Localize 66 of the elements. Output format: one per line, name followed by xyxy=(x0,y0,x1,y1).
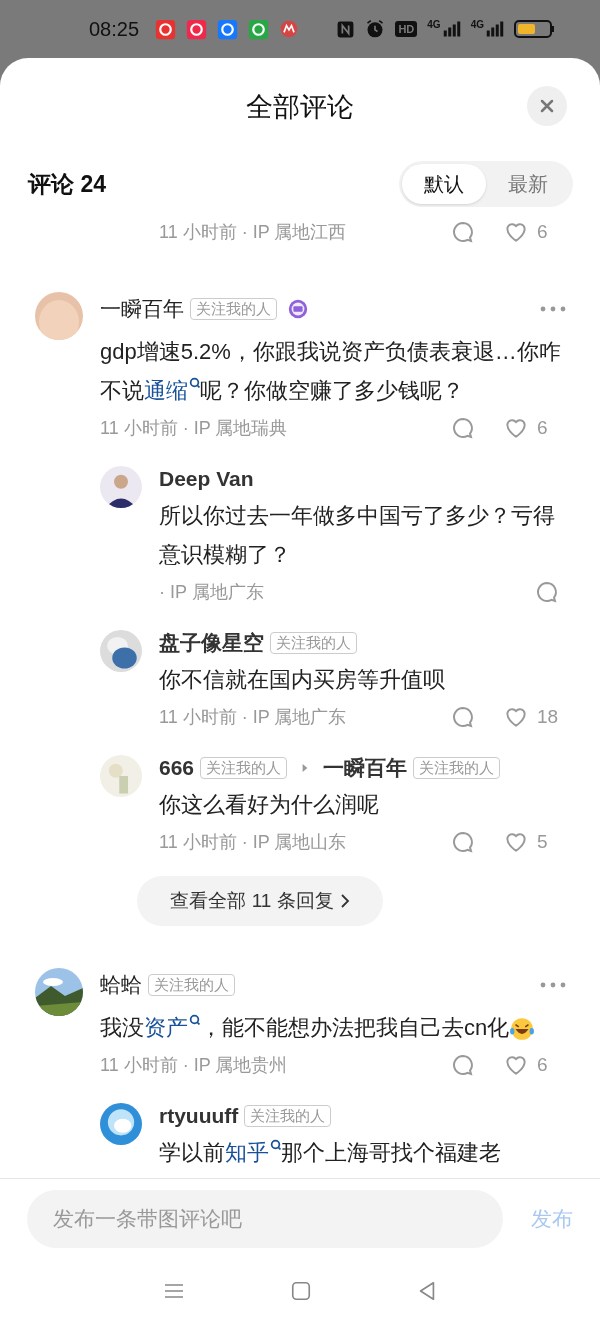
comment-icon[interactable] xyxy=(451,1053,475,1077)
search-link[interactable]: 知乎 xyxy=(225,1140,281,1165)
status-time: 08:25 xyxy=(89,17,140,42)
user-name: 蛤蛤 xyxy=(100,972,142,999)
like-button[interactable]: 18 xyxy=(503,702,567,732)
search-icon xyxy=(189,377,200,388)
comment-text: 我没资产 ，能不能想办法把我自己去cn化 xyxy=(100,1008,567,1047)
hd-indicator: HD xyxy=(395,21,418,37)
app-icon xyxy=(279,19,300,39)
app-icon xyxy=(248,18,270,40)
user-name: 一瞬百年 xyxy=(100,296,184,323)
comment-icon[interactable] xyxy=(451,830,475,854)
signal-icon xyxy=(442,20,461,38)
like-button[interactable]: 6 xyxy=(503,413,567,443)
app-icon xyxy=(186,18,208,40)
user-name: 盘子像星空 xyxy=(159,630,264,657)
user-name: 一瞬百年 xyxy=(323,755,408,782)
comment-text: gdp增速5.2%，你跟我说资产负债表衰退…你咋不说通缩 呢？你做空赚了多少钱呢？ xyxy=(100,338,562,405)
laughing-emoji-icon xyxy=(509,1016,536,1043)
comment-count: 评论 24 xyxy=(28,169,106,199)
app-icon xyxy=(217,18,239,40)
alarm-icon xyxy=(365,19,386,39)
follower-tag: 关注我的人 xyxy=(413,757,501,779)
network-type: 4G xyxy=(427,20,441,30)
follower-tag: 关注我的人 xyxy=(244,1105,332,1127)
view-replies-button[interactable]: 查看全部 11 条回复 xyxy=(137,876,383,926)
comment-text: 你这么看好为什么润呢 xyxy=(159,791,380,819)
comment-icon[interactable] xyxy=(451,416,475,440)
follower-tag: 关注我的人 xyxy=(270,632,357,654)
follower-tag: 关注我的人 xyxy=(148,974,235,996)
follower-tag: 关注我的人 xyxy=(200,757,288,779)
follower-tag: 关注我的人 xyxy=(190,298,277,320)
search-icon xyxy=(270,1139,281,1150)
close-button[interactable] xyxy=(527,86,567,126)
search-link[interactable]: 通缩 xyxy=(144,378,200,403)
comment-meta: 11 小时前 · IP 属地山东 xyxy=(159,830,348,854)
comment-text: 学以前知乎 那个上海哥找个福建老 xyxy=(159,1138,502,1167)
comment-meta: 11 小时前 · IP 属地瑞典 xyxy=(100,416,289,440)
home-icon[interactable] xyxy=(290,1279,312,1302)
nfc-icon xyxy=(336,19,356,39)
user-name: Deep Van xyxy=(159,466,254,493)
like-button[interactable]: 6 xyxy=(503,217,567,247)
like-button[interactable]: 5 xyxy=(503,827,567,857)
comment-meta: 11 小时前 · IP 属地贵州 xyxy=(100,1053,289,1077)
comment-input[interactable]: 发布一条带图评论吧 xyxy=(27,1190,503,1248)
like-button[interactable]: 6 xyxy=(503,1050,567,1080)
sheet-title: 全部评论 xyxy=(246,90,354,124)
comment-icon[interactable] xyxy=(451,705,475,729)
comment-text: 所以你过去一年做多中国亏了多少？亏得意识模糊了？ xyxy=(159,502,556,569)
app-icon xyxy=(155,18,177,40)
comment-meta: 11 小时前 · IP 属地广东 xyxy=(159,705,348,729)
comment-text: 你不信就在国内买房等升值呗 xyxy=(159,666,446,694)
search-icon xyxy=(189,1014,200,1025)
comment-meta: · IP 属地广东 xyxy=(159,580,265,604)
sort-tab[interactable]: 最新 xyxy=(486,164,570,204)
user-name: rtyuuuff xyxy=(159,1103,239,1130)
reply-arrow-icon xyxy=(301,762,310,774)
user-name: 666 xyxy=(159,755,195,782)
signal-icon xyxy=(486,20,504,38)
sort-tab[interactable]: 默认 xyxy=(402,164,486,204)
comment-meta: 11 小时前 · IP 属地江西 xyxy=(159,220,348,244)
search-link[interactable]: 资产 xyxy=(144,1015,200,1040)
comment-icon[interactable] xyxy=(451,220,475,244)
battery-icon xyxy=(514,19,554,39)
network-type: 4G xyxy=(470,20,484,30)
comment-icon[interactable] xyxy=(535,580,559,604)
